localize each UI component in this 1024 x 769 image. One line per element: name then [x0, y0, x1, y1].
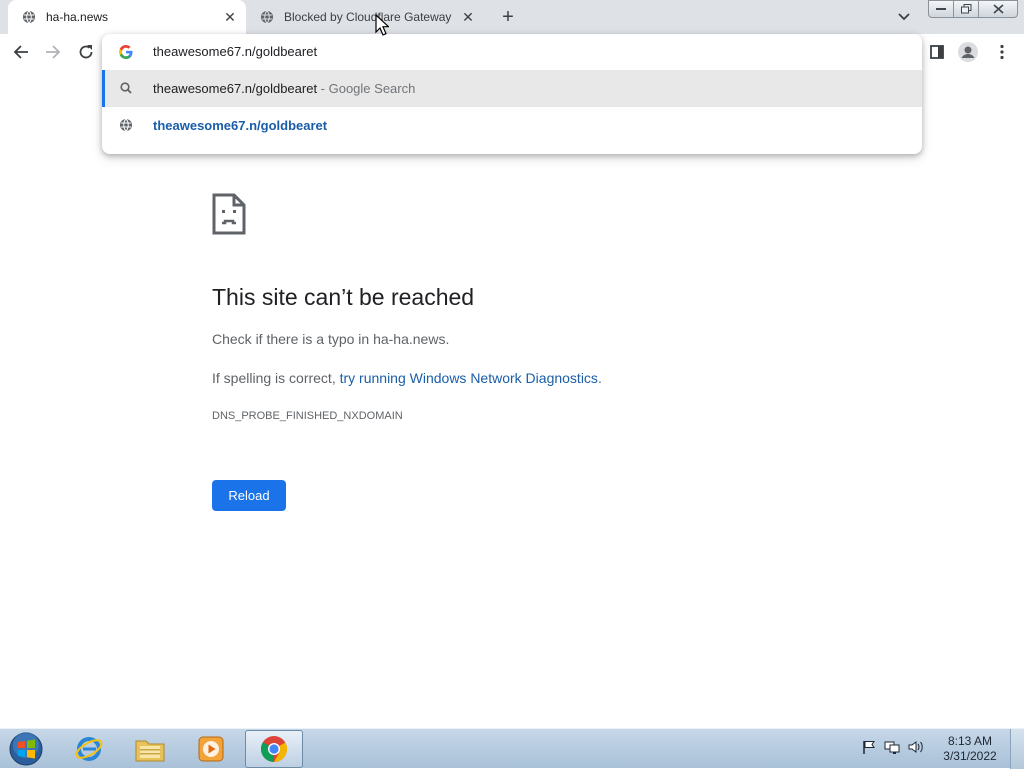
suggestion-search[interactable]: theawesome67.n/goldbearet - Google Searc… [102, 70, 922, 107]
suggestion-text: theawesome67.n/goldbearet [153, 81, 318, 96]
error-typo-hint: Check if there is a typo in ha-ha.news. [212, 331, 450, 347]
address-bar[interactable]: theawesome67.n/goldbearet [102, 34, 922, 70]
more-vertical-icon [1000, 44, 1004, 60]
taskbar-google-chrome[interactable] [245, 730, 303, 768]
error-spelling-hint: If spelling is correct, try running Wind… [212, 370, 602, 386]
internet-explorer-icon [75, 737, 103, 761]
folder-icon [135, 740, 165, 762]
side-panel-icon [930, 45, 944, 59]
suggestion-text: theawesome67.n/goldbearet [153, 118, 328, 133]
tab-blocked-by-cloudflare[interactable]: Blocked by Cloudflare Gateway ✕ [246, 0, 484, 34]
reload-icon [79, 45, 93, 59]
reload-button[interactable] [75, 41, 97, 63]
arrow-left-icon [13, 45, 28, 59]
window-close-button[interactable] [978, 0, 1018, 18]
new-tab-button[interactable]: + [498, 7, 518, 27]
clock-date: 3/31/2022 [943, 749, 997, 763]
mouse-cursor-icon [375, 13, 391, 36]
browser-menu-button[interactable] [991, 41, 1013, 63]
back-button[interactable] [10, 41, 32, 63]
reload-page-button[interactable]: Reload [212, 480, 286, 511]
windows-orb-icon [9, 732, 43, 766]
window-restore-button[interactable] [953, 0, 979, 18]
close-tab-icon[interactable]: ✕ [222, 9, 238, 25]
forward-button[interactable] [42, 41, 64, 63]
side-panel-button[interactable] [926, 41, 948, 63]
spelling-prefix: If spelling is correct, [212, 370, 340, 386]
search-icon [119, 81, 133, 95]
address-input[interactable]: theawesome67.n/goldbearet [153, 44, 317, 59]
window-minimize-button[interactable] [928, 0, 954, 18]
tab-ha-ha-news[interactable]: ha-ha.news ✕ [8, 0, 246, 34]
chrome-icon [260, 736, 288, 763]
globe-icon [22, 10, 36, 24]
profile-button[interactable] [957, 41, 979, 63]
system-clock[interactable]: 8:13 AM 3/31/2022 [940, 734, 1000, 764]
start-button[interactable] [4, 730, 48, 768]
network-diagnostics-link[interactable]: try running Windows Network Diagnostics [340, 370, 598, 386]
taskbar-windows-explorer[interactable] [121, 730, 179, 768]
error-title: This site can’t be reached [212, 284, 475, 310]
selection-indicator [102, 70, 105, 107]
arrow-right-icon [46, 45, 61, 59]
media-player-icon [198, 736, 224, 762]
close-tab-icon[interactable]: ✕ [460, 9, 476, 25]
volume-icon[interactable] [908, 740, 924, 759]
omnibox-dropdown: theawesome67.n/goldbearet theawesome67.n… [102, 34, 922, 154]
taskbar-internet-explorer[interactable] [60, 730, 118, 768]
system-tray [862, 739, 924, 759]
suggestion-url[interactable]: theawesome67.n/goldbearet [102, 107, 922, 144]
windows-taskbar: 8:13 AM 3/31/2022 [0, 728, 1024, 769]
tab-strip: ha-ha.news ✕ Blocked by Cloudflare Gatew… [0, 0, 1024, 34]
globe-icon [260, 10, 274, 24]
suggestion-suffix: - Google Search [317, 81, 416, 96]
globe-icon [119, 118, 133, 132]
clock-time: 8:13 AM [947, 734, 993, 748]
network-icon[interactable] [884, 740, 900, 759]
google-g-icon [118, 44, 134, 60]
taskbar-media-player[interactable] [182, 730, 240, 768]
tab-title: Blocked by Cloudflare Gateway [284, 10, 452, 24]
tab-search-chevron-down-icon[interactable] [894, 8, 914, 26]
error-code: DNS_PROBE_FINISHED_NXDOMAIN [212, 410, 403, 422]
tab-title: ha-ha.news [46, 10, 109, 24]
show-desktop-button[interactable] [1010, 729, 1024, 769]
avatar-icon [958, 42, 978, 62]
sad-document-icon [212, 193, 246, 235]
action-center-flag-icon[interactable] [862, 740, 876, 759]
spelling-suffix: . [597, 370, 602, 386]
